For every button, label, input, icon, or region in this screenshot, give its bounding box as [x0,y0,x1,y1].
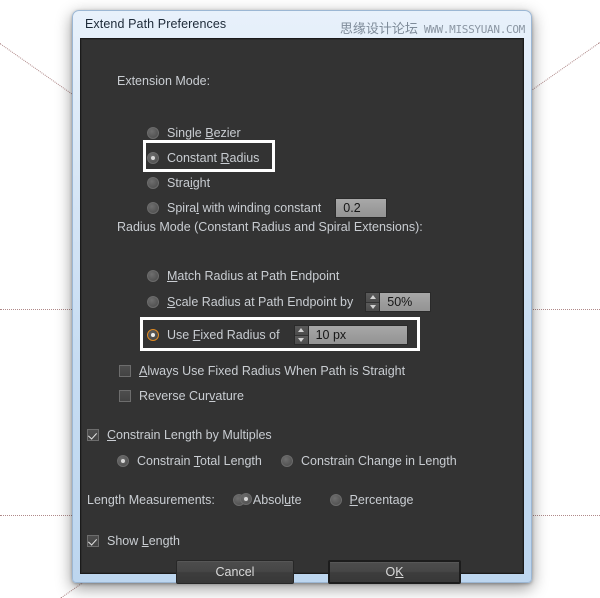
input-scale-radius[interactable]: 50% [379,292,432,312]
spinner-fixed-radius[interactable] [293,325,308,345]
radio-row-use-fixed-radius[interactable]: Use Fixed Radius of 10 px [147,325,408,345]
label-spiral-winding: Spiral with winding constant [167,201,322,215]
input-winding-constant[interactable]: 0.2 [335,198,388,218]
checkbox-row-constrain-length[interactable]: Constrain Length by Multiples [87,425,272,445]
label-constant-radius: Constant Radius [167,151,260,165]
length-measurements-label: Length Measurements: [87,493,215,507]
radio-spiral-winding[interactable] [147,202,159,214]
watermark: 思缘设计论坛 WWW.MISSYUAN.COM [340,18,525,37]
label-reverse-curvature: Reverse Curvature [139,389,244,403]
spinner-scale-radius[interactable] [365,292,380,312]
radio-single-bezier[interactable] [147,127,159,139]
label-always-fixed-radius: Always Use Fixed Radius When Path is Str… [139,364,406,378]
dialog-titlebar[interactable]: Extend Path Preferences 思缘设计论坛 WWW.MISSY… [73,11,531,41]
label-constrain-length: Constrain Length by Multiples [107,428,272,442]
radio-scale-radius[interactable] [147,296,159,308]
checkbox-constrain-length[interactable] [87,429,99,441]
label-constrain-total-length: Constrain Total Length [137,454,262,468]
radio-row-spiral-winding[interactable]: Spiral with winding constant 0.2 [147,198,388,218]
label-scale-radius: Scale Radius at Path Endpoint by [167,295,354,309]
radio-constrain-total-length[interactable] [117,455,129,467]
checkbox-reverse-curvature[interactable] [119,390,131,402]
radio-row-single-bezier[interactable]: Single Bezier [147,123,241,143]
radio-row-constrain-total-length[interactable]: Constrain Total Length [117,451,262,471]
spinner-up-icon-fixed-radius[interactable] [294,326,308,335]
label-straight: Straight [167,176,211,190]
radio-straight[interactable] [147,177,159,189]
checkbox-row-show-length[interactable]: Show Length [87,531,180,551]
input-fixed-radius[interactable]: 10 px [307,325,408,345]
checkbox-row-reverse-curvature[interactable]: Reverse Curvature [119,386,244,406]
radio-constant-radius[interactable] [147,152,159,164]
spinner-down-icon-scale-radius[interactable] [366,301,380,311]
spinner-up-icon-scale-radius[interactable] [366,293,380,302]
radius-mode-label: Radius Mode (Constant Radius and Spiral … [117,220,423,234]
radio-absolute-dot-overlay [240,493,252,505]
radio-use-fixed-radius[interactable] [147,329,159,341]
screenshot-canvas: Extend Path Preferences 思缘设计论坛 WWW.MISSY… [0,0,600,598]
cancel-button[interactable]: Cancel [176,560,294,584]
spinner-down-icon-fixed-radius[interactable] [294,334,308,344]
radio-row-constant-radius[interactable]: Constant Radius [147,148,259,168]
dialog-title: Extend Path Preferences [85,17,227,31]
radio-row-straight[interactable]: Straight [147,173,210,193]
label-percentage: Percentage [349,493,414,507]
checkbox-show-length[interactable] [87,535,99,547]
radio-match-radius[interactable] [147,270,159,282]
radio-row-constrain-change-length[interactable]: Constrain Change in Length [281,451,457,471]
extend-path-preferences-dialog: Extend Path Preferences 思缘设计论坛 WWW.MISSY… [72,10,532,584]
radio-row-match-radius[interactable]: Match Radius at Path Endpoint [147,266,339,286]
label-absolute: Absolute [252,493,302,507]
label-use-fixed-radius: Use Fixed Radius of [167,328,280,342]
watermark-url-text: WWW.MISSYUAN.COM [423,23,525,36]
radio-percentage[interactable] [329,494,342,506]
radio-constrain-change-length[interactable] [281,455,293,467]
label-single-bezier: Single Bezier [167,126,241,140]
checkbox-row-always-fixed-radius[interactable]: Always Use Fixed Radius When Path is Str… [119,361,405,381]
watermark-chinese-text: 思缘设计论坛 [339,22,418,37]
label-match-radius: Match Radius at Path Endpoint [167,269,340,283]
ok-button-label: OK [385,565,404,579]
dialog-content-panel: Extension Mode: Single Bezier Constant R… [80,38,524,584]
label-constrain-change-length: Constrain Change in Length [301,454,457,468]
extension-mode-label: Extension Mode: [117,74,211,88]
radio-row-scale-radius[interactable]: Scale Radius at Path Endpoint by 50% [147,292,432,312]
ok-button[interactable]: OK [328,560,461,584]
checkbox-always-fixed-radius[interactable] [119,365,131,377]
label-show-length: Show Length [107,534,180,548]
